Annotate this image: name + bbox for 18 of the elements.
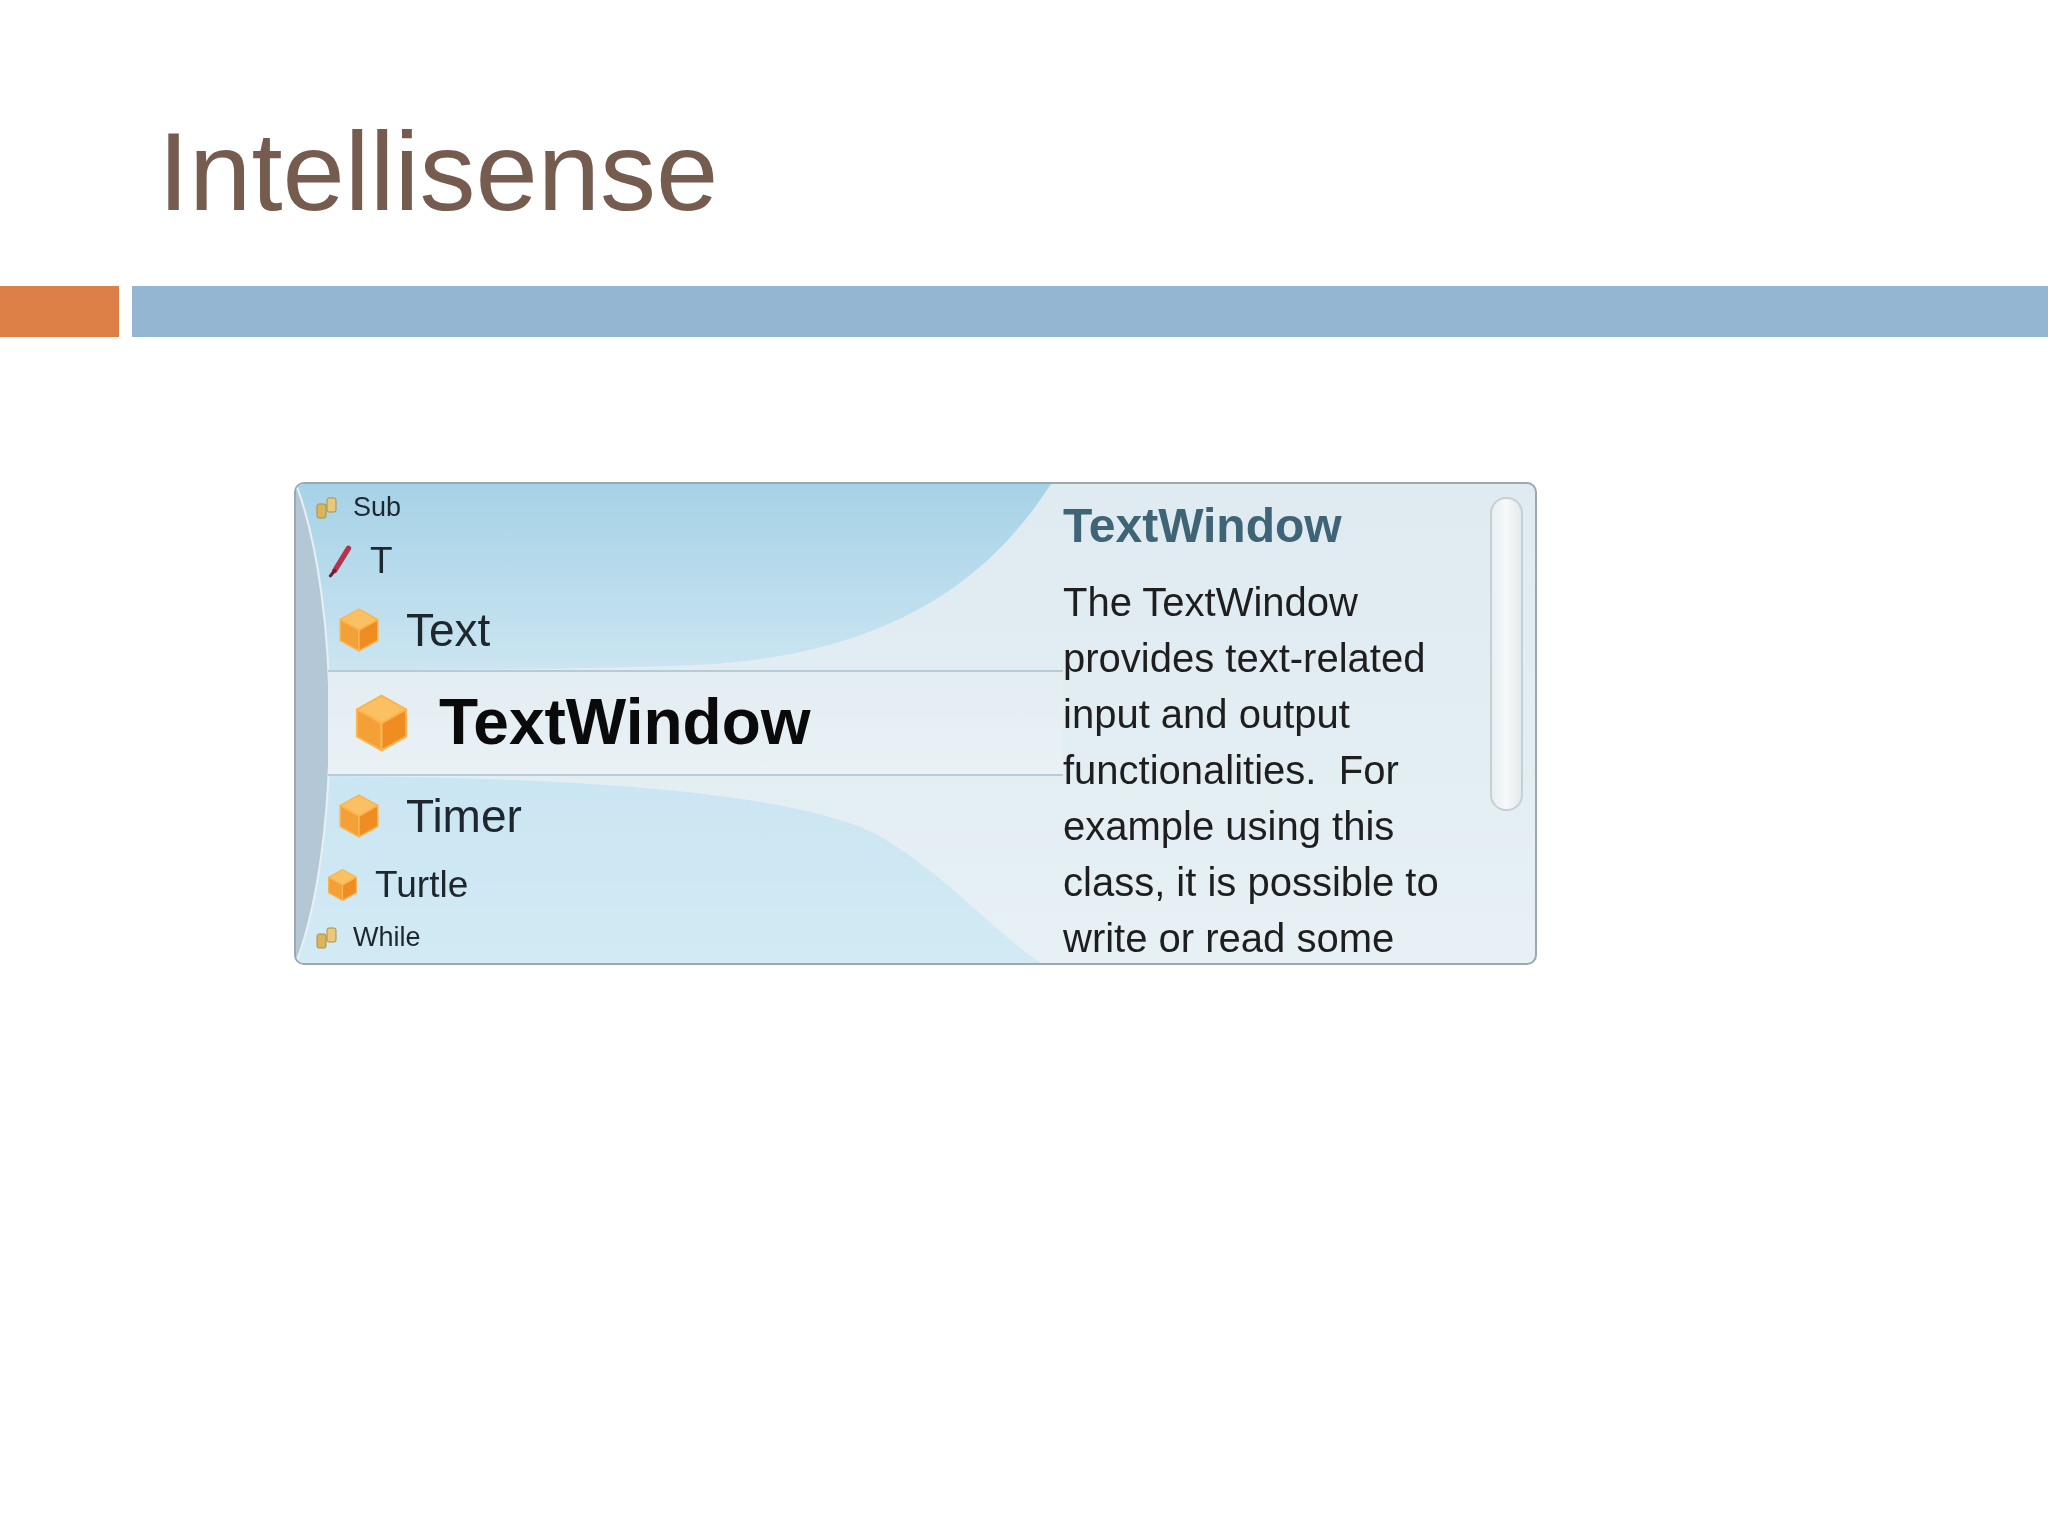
scrollbar-thumb[interactable] (1490, 497, 1523, 811)
completion-item[interactable]: Text (338, 603, 491, 657)
pencil-icon (327, 544, 353, 578)
completion-item[interactable]: Sub (315, 492, 402, 524)
blocks-icon (315, 926, 339, 950)
completion-item[interactable]: TextWindow (328, 670, 1063, 776)
cube-icon (354, 693, 409, 753)
slide-title: Intellisense (158, 108, 719, 236)
completion-item[interactable]: While (315, 922, 421, 954)
cube-icon (338, 793, 380, 839)
cube-icon (338, 607, 380, 653)
completion-item[interactable]: Timer (338, 789, 522, 843)
completion-item[interactable]: Turtle (327, 863, 469, 907)
blocks-icon (315, 496, 339, 520)
details-description: The TextWindow provides text-related input and output functionalities. For example using this class, it is possible to write or read some (1063, 579, 1440, 962)
details-title: TextWindow (1063, 498, 1342, 554)
completion-item[interactable]: T (327, 539, 393, 583)
cube-icon (327, 868, 358, 902)
